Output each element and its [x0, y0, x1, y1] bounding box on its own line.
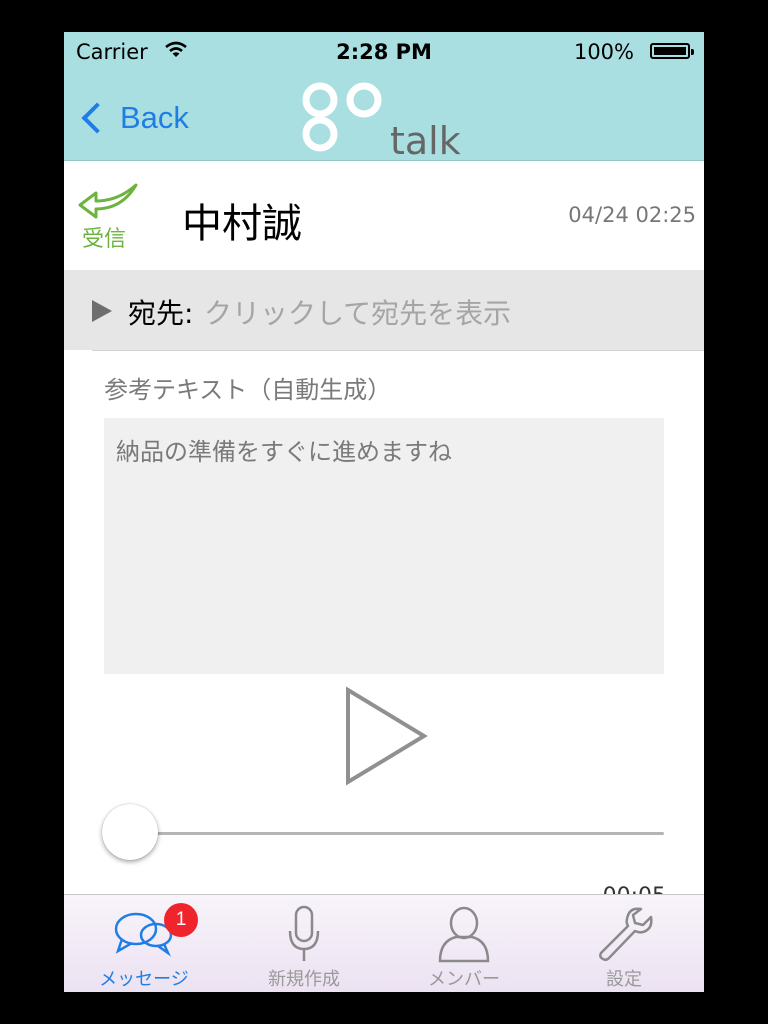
tab-bar: 1 メッセージ 新規作成 メンバー 設定 — [64, 894, 704, 992]
play-button[interactable] — [340, 686, 430, 786]
person-icon — [438, 906, 490, 963]
tab-members[interactable]: メンバー — [384, 895, 544, 992]
wrench-icon — [599, 907, 653, 962]
unread-badge: 1 — [164, 903, 198, 937]
battery-icon — [650, 43, 694, 59]
back-button[interactable]: Back — [78, 96, 189, 140]
back-label: Back — [120, 100, 189, 135]
reference-text-box: 納品の準備をすぐに進めますね — [104, 418, 664, 674]
tab-label: 設定 — [606, 969, 642, 990]
microphone-icon — [288, 905, 320, 961]
logo-talk-text: talk — [390, 119, 461, 158]
tab-label: メッセージ — [99, 969, 189, 990]
playback-slider[interactable] — [102, 802, 666, 862]
received-indicator: 受信 — [78, 181, 140, 252]
recipient-label: 宛先: — [128, 297, 194, 330]
status-bar: Carrier 2:28 PM 100% — [64, 32, 704, 72]
slider-track — [132, 832, 664, 835]
tab-settings[interactable]: 設定 — [544, 895, 704, 992]
tab-messages[interactable]: 1 メッセージ — [64, 895, 224, 992]
navigation-header: Carrier 2:28 PM 100% Back talk — [64, 32, 704, 161]
reply-arrow-icon — [78, 183, 138, 219]
tab-label: メンバー — [428, 969, 500, 990]
reference-text: 納品の準備をすぐに進めますね — [116, 438, 452, 466]
gotalk-logo: talk — [302, 82, 461, 158]
sender-name: 中村誠 — [182, 201, 302, 247]
received-label: 受信 — [82, 227, 127, 252]
message-header: 受信 中村誠 04/24 02:25 — [64, 161, 704, 270]
tab-new-message[interactable]: 新規作成 — [224, 895, 384, 992]
chevron-left-icon — [81, 102, 113, 134]
battery-percentage: 100% — [573, 40, 634, 64]
recipient-hint: クリックして宛先を表示 — [204, 297, 512, 330]
tab-label: 新規作成 — [268, 969, 340, 990]
reference-text-heading: 参考テキスト（自動生成） — [104, 376, 392, 404]
disclosure-triangle-icon — [92, 300, 112, 322]
divider — [92, 350, 704, 351]
app-screen: Carrier 2:28 PM 100% Back talk 受信 中村誠 04… — [64, 32, 704, 992]
slider-thumb[interactable] — [102, 804, 158, 860]
recipient-toggle[interactable]: 宛先: クリックして宛先を表示 — [64, 270, 704, 350]
play-triangle-icon — [346, 686, 428, 786]
message-timestamp: 04/24 02:25 — [568, 203, 696, 227]
